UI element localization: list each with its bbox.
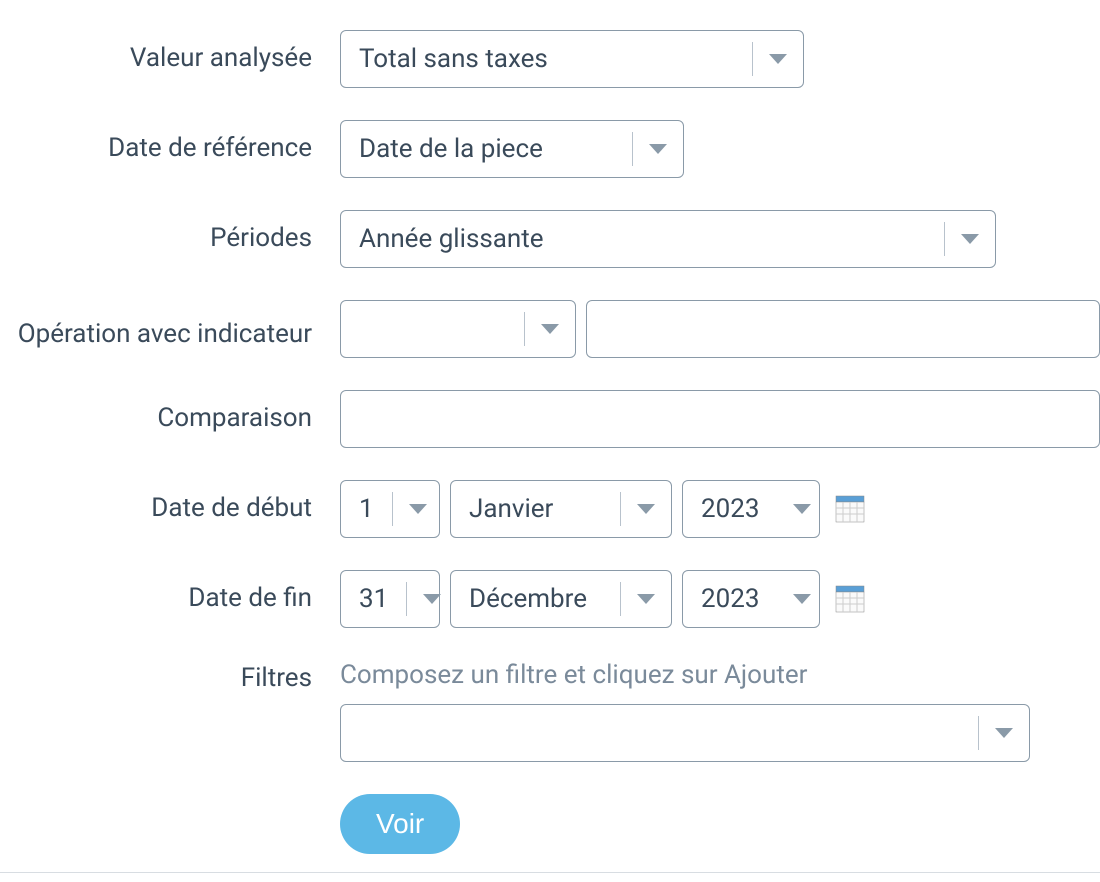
select-date-reference-value: Date de la piece [341, 134, 632, 164]
chevron-down-icon [777, 582, 827, 616]
select-date-fin-day-value: 31 [341, 584, 406, 614]
label-date-debut: Date de début [0, 492, 340, 526]
select-operation-operator[interactable] [340, 300, 576, 358]
select-valeur-analysee[interactable]: Total sans taxes [340, 30, 804, 88]
chevron-down-icon [620, 492, 671, 526]
row-date-reference: Date de référence Date de la piece [0, 120, 1100, 178]
select-filtres[interactable] [340, 704, 1030, 762]
select-periodes-value: Année glissante [341, 224, 944, 254]
select-valeur-analysee-value: Total sans taxes [341, 44, 752, 74]
calendar-icon[interactable] [834, 493, 866, 525]
select-date-debut-month-value: Janvier [451, 494, 620, 524]
select-date-fin-year[interactable]: 2023 [682, 570, 820, 628]
row-valeur-analysee: Valeur analysée Total sans taxes [0, 30, 1100, 88]
calendar-icon[interactable] [834, 583, 866, 615]
label-date-fin: Date de fin [0, 582, 340, 616]
select-periodes[interactable]: Année glissante [340, 210, 996, 268]
select-date-debut-day[interactable]: 1 [340, 480, 440, 538]
row-date-fin: Date de fin 31 Décembre 2023 [0, 570, 1100, 628]
row-periodes: Périodes Année glissante [0, 210, 1100, 268]
select-date-debut-year[interactable]: 2023 [682, 480, 820, 538]
chevron-down-icon [524, 312, 575, 346]
label-operation-indicateur: Opération avec indicateur [0, 306, 340, 352]
select-date-debut-month[interactable]: Janvier [450, 480, 672, 538]
filtres-hint: Composez un filtre et cliquez sur Ajoute… [340, 660, 1030, 690]
label-date-reference: Date de référence [0, 132, 340, 166]
row-date-debut: Date de début 1 Janvier 2023 [0, 480, 1100, 538]
row-comparaison: Comparaison [0, 390, 1100, 448]
row-submit: Voir [0, 794, 1100, 873]
label-periodes: Périodes [0, 222, 340, 256]
select-date-fin-month-value: Décembre [451, 584, 620, 614]
select-date-fin-day[interactable]: 31 [340, 570, 440, 628]
label-comparaison: Comparaison [0, 402, 340, 436]
chevron-down-icon [752, 42, 803, 76]
chevron-down-icon [392, 492, 443, 526]
select-date-fin-month[interactable]: Décembre [450, 570, 672, 628]
chevron-down-icon [620, 582, 671, 616]
submit-button[interactable]: Voir [340, 794, 460, 854]
row-filtres: Filtres Composez un filtre et cliquez su… [0, 660, 1100, 762]
label-filtres: Filtres [0, 660, 340, 696]
chevron-down-icon [978, 716, 1029, 750]
chevron-down-icon [777, 492, 827, 526]
select-date-reference[interactable]: Date de la piece [340, 120, 684, 178]
input-comparaison[interactable] [340, 390, 1100, 448]
select-date-debut-day-value: 1 [341, 494, 392, 524]
select-date-fin-year-value: 2023 [683, 584, 777, 614]
label-valeur-analysee: Valeur analysée [0, 42, 340, 76]
select-date-debut-year-value: 2023 [683, 494, 777, 524]
input-operation-indicator[interactable] [586, 300, 1100, 358]
chevron-down-icon [944, 222, 995, 256]
row-operation-indicateur: Opération avec indicateur [0, 300, 1100, 358]
chevron-down-icon [632, 132, 683, 166]
